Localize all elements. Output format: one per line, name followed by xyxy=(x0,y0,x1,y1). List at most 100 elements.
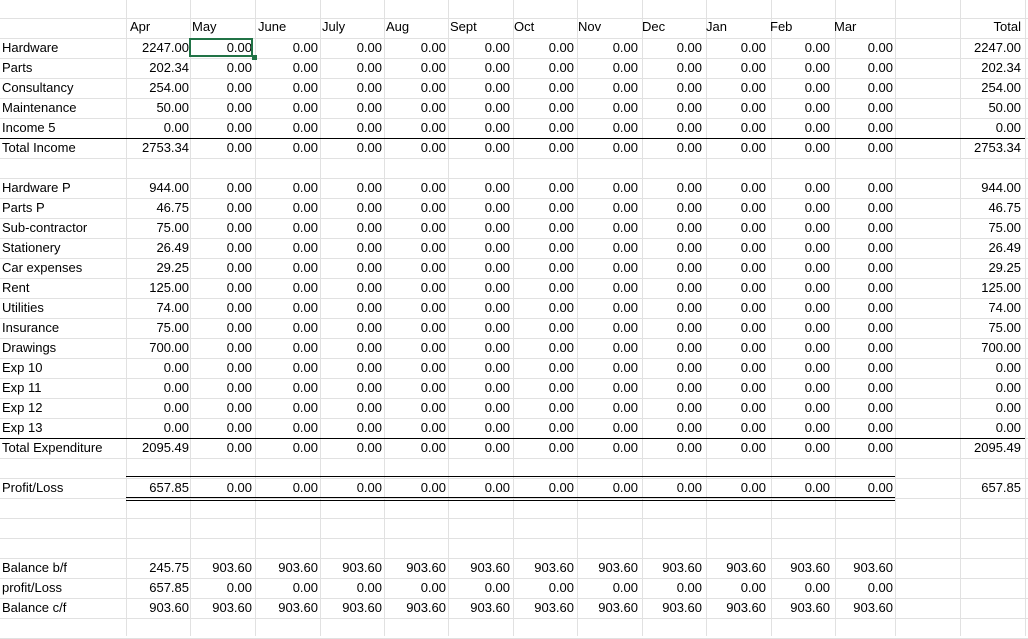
balance-row-cell[interactable]: 903.60 xyxy=(514,558,574,578)
income-row-cell[interactable]: 0.00 xyxy=(258,58,318,78)
balance-row-cell[interactable]: 0.00 xyxy=(578,578,638,598)
total-income-row-cell[interactable]: 0.00 xyxy=(770,138,830,158)
expenditure-row-cell[interactable]: 0.00 xyxy=(770,298,830,318)
total-expenditure-row-cell[interactable]: 0.00 xyxy=(578,438,638,458)
expenditure-row-cell[interactable]: 0.00 xyxy=(258,338,318,358)
expenditure-row-cell[interactable]: 0.00 xyxy=(192,258,252,278)
expenditure-row-cell[interactable]: 0.00 xyxy=(258,278,318,298)
expenditure-row-cell[interactable]: 0.00 xyxy=(322,418,382,438)
expenditure-row-total[interactable]: 0.00 xyxy=(940,378,1021,398)
expenditure-row-cell[interactable]: 0.00 xyxy=(192,178,252,198)
expenditure-row-cell[interactable]: 0.00 xyxy=(322,198,382,218)
balance-row-cell[interactable]: 0.00 xyxy=(258,578,318,598)
expenditure-row-cell[interactable]: 0.00 xyxy=(578,418,638,438)
expenditure-row-cell[interactable]: 0.00 xyxy=(706,178,766,198)
expenditure-row-cell[interactable]: 0.00 xyxy=(642,338,702,358)
expenditure-row-cell[interactable]: 0.00 xyxy=(386,218,446,238)
expenditure-row-total[interactable]: 29.25 xyxy=(940,258,1021,278)
income-row-cell[interactable]: 0.00 xyxy=(192,98,252,118)
total-expenditure-row-label[interactable]: Total Expenditure xyxy=(2,438,102,458)
expenditure-row-cell[interactable]: 0.00 xyxy=(322,318,382,338)
expenditure-row-cell[interactable]: 75.00 xyxy=(129,318,189,338)
total-header[interactable]: Total xyxy=(940,17,1021,37)
expenditure-row-cell[interactable]: 0.00 xyxy=(770,398,830,418)
expenditure-row-cell[interactable]: 29.25 xyxy=(129,258,189,278)
expenditure-row-cell[interactable]: 0.00 xyxy=(514,358,574,378)
total-income-row-cell[interactable]: 0.00 xyxy=(578,138,638,158)
expenditure-row-cell[interactable]: 0.00 xyxy=(322,178,382,198)
expenditure-row-cell[interactable]: 0.00 xyxy=(192,218,252,238)
balance-row-cell[interactable]: 903.60 xyxy=(386,598,446,618)
expenditure-row-cell[interactable]: 0.00 xyxy=(642,218,702,238)
expenditure-row-label[interactable]: Rent xyxy=(2,278,29,298)
expenditure-row-cell[interactable]: 0.00 xyxy=(514,378,574,398)
expenditure-row-cell[interactable]: 0.00 xyxy=(642,358,702,378)
income-row-cell[interactable]: 0.00 xyxy=(706,78,766,98)
expenditure-row-total[interactable]: 0.00 xyxy=(940,418,1021,438)
income-row-label[interactable]: Income 5 xyxy=(2,118,55,138)
expenditure-row-total[interactable]: 0.00 xyxy=(940,358,1021,378)
expenditure-row-cell[interactable]: 0.00 xyxy=(642,318,702,338)
total-income-row-cell[interactable]: 0.00 xyxy=(833,138,893,158)
income-row-cell[interactable]: 0.00 xyxy=(642,58,702,78)
month-header-mar[interactable]: Mar xyxy=(834,17,856,37)
income-row-cell[interactable]: 0.00 xyxy=(706,38,766,58)
income-row-cell[interactable]: 0.00 xyxy=(386,58,446,78)
expenditure-row-cell[interactable]: 0.00 xyxy=(386,278,446,298)
balance-row-cell[interactable]: 903.60 xyxy=(833,558,893,578)
expenditure-row-cell[interactable]: 0.00 xyxy=(770,218,830,238)
income-row-cell[interactable]: 0.00 xyxy=(514,38,574,58)
profit-loss-row-total[interactable]: 657.85 xyxy=(940,478,1021,498)
expenditure-row-cell[interactable]: 0.00 xyxy=(578,178,638,198)
expenditure-row-cell[interactable]: 0.00 xyxy=(706,418,766,438)
expenditure-row-cell[interactable]: 0.00 xyxy=(578,218,638,238)
expenditure-row-cell[interactable]: 0.00 xyxy=(450,358,510,378)
income-row-cell[interactable]: 0.00 xyxy=(770,78,830,98)
expenditure-row-cell[interactable]: 0.00 xyxy=(192,398,252,418)
balance-row-cell[interactable]: 903.60 xyxy=(192,558,252,578)
profit-loss-row-cell[interactable]: 0.00 xyxy=(833,478,893,498)
balance-row-cell[interactable]: 657.85 xyxy=(129,578,189,598)
profit-loss-row-label[interactable]: Profit/Loss xyxy=(2,478,63,498)
expenditure-row-cell[interactable]: 0.00 xyxy=(450,278,510,298)
expenditure-row-cell[interactable]: 0.00 xyxy=(706,378,766,398)
expenditure-row-cell[interactable]: 0.00 xyxy=(706,358,766,378)
profit-loss-row-cell[interactable]: 0.00 xyxy=(578,478,638,498)
balance-row-cell[interactable]: 903.60 xyxy=(386,558,446,578)
income-row-cell[interactable]: 0.00 xyxy=(386,78,446,98)
expenditure-row-cell[interactable]: 0.00 xyxy=(450,198,510,218)
total-income-row-cell[interactable]: 0.00 xyxy=(706,138,766,158)
balance-row-cell[interactable]: 903.60 xyxy=(642,598,702,618)
expenditure-row-cell[interactable]: 0.00 xyxy=(450,298,510,318)
expenditure-row-total[interactable]: 74.00 xyxy=(940,298,1021,318)
expenditure-row-cell[interactable]: 0.00 xyxy=(258,378,318,398)
total-expenditure-row-cell[interactable]: 0.00 xyxy=(514,438,574,458)
expenditure-row-label[interactable]: Parts P xyxy=(2,198,45,218)
expenditure-row-cell[interactable]: 0.00 xyxy=(322,278,382,298)
balance-row-label[interactable]: Balance b/f xyxy=(2,558,67,578)
expenditure-row-cell[interactable]: 26.49 xyxy=(129,238,189,258)
profit-loss-row-cell[interactable]: 0.00 xyxy=(322,478,382,498)
month-header-sept[interactable]: Sept xyxy=(450,17,477,37)
expenditure-row-cell[interactable]: 0.00 xyxy=(642,238,702,258)
expenditure-row-cell[interactable]: 0.00 xyxy=(514,298,574,318)
total-income-row-cell[interactable]: 2753.34 xyxy=(129,138,189,158)
income-row-cell[interactable]: 0.00 xyxy=(833,78,893,98)
expenditure-row-cell[interactable]: 0.00 xyxy=(514,318,574,338)
income-row-total[interactable]: 0.00 xyxy=(940,118,1021,138)
income-row-cell[interactable]: 0.00 xyxy=(770,98,830,118)
profit-loss-row-cell[interactable]: 0.00 xyxy=(642,478,702,498)
expenditure-row-total[interactable]: 700.00 xyxy=(940,338,1021,358)
balance-row-cell[interactable]: 0.00 xyxy=(322,578,382,598)
total-expenditure-row-cell[interactable]: 0.00 xyxy=(258,438,318,458)
expenditure-row-label[interactable]: Drawings xyxy=(2,338,56,358)
expenditure-row-cell[interactable]: 0.00 xyxy=(322,298,382,318)
expenditure-row-cell[interactable]: 0.00 xyxy=(192,278,252,298)
total-income-row-cell[interactable]: 0.00 xyxy=(514,138,574,158)
total-expenditure-row-cell[interactable]: 0.00 xyxy=(770,438,830,458)
expenditure-row-total[interactable]: 75.00 xyxy=(940,318,1021,338)
expenditure-row-cell[interactable]: 0.00 xyxy=(514,238,574,258)
expenditure-row-cell[interactable]: 0.00 xyxy=(833,298,893,318)
income-row-cell[interactable]: 0.00 xyxy=(258,78,318,98)
expenditure-row-cell[interactable]: 0.00 xyxy=(258,398,318,418)
